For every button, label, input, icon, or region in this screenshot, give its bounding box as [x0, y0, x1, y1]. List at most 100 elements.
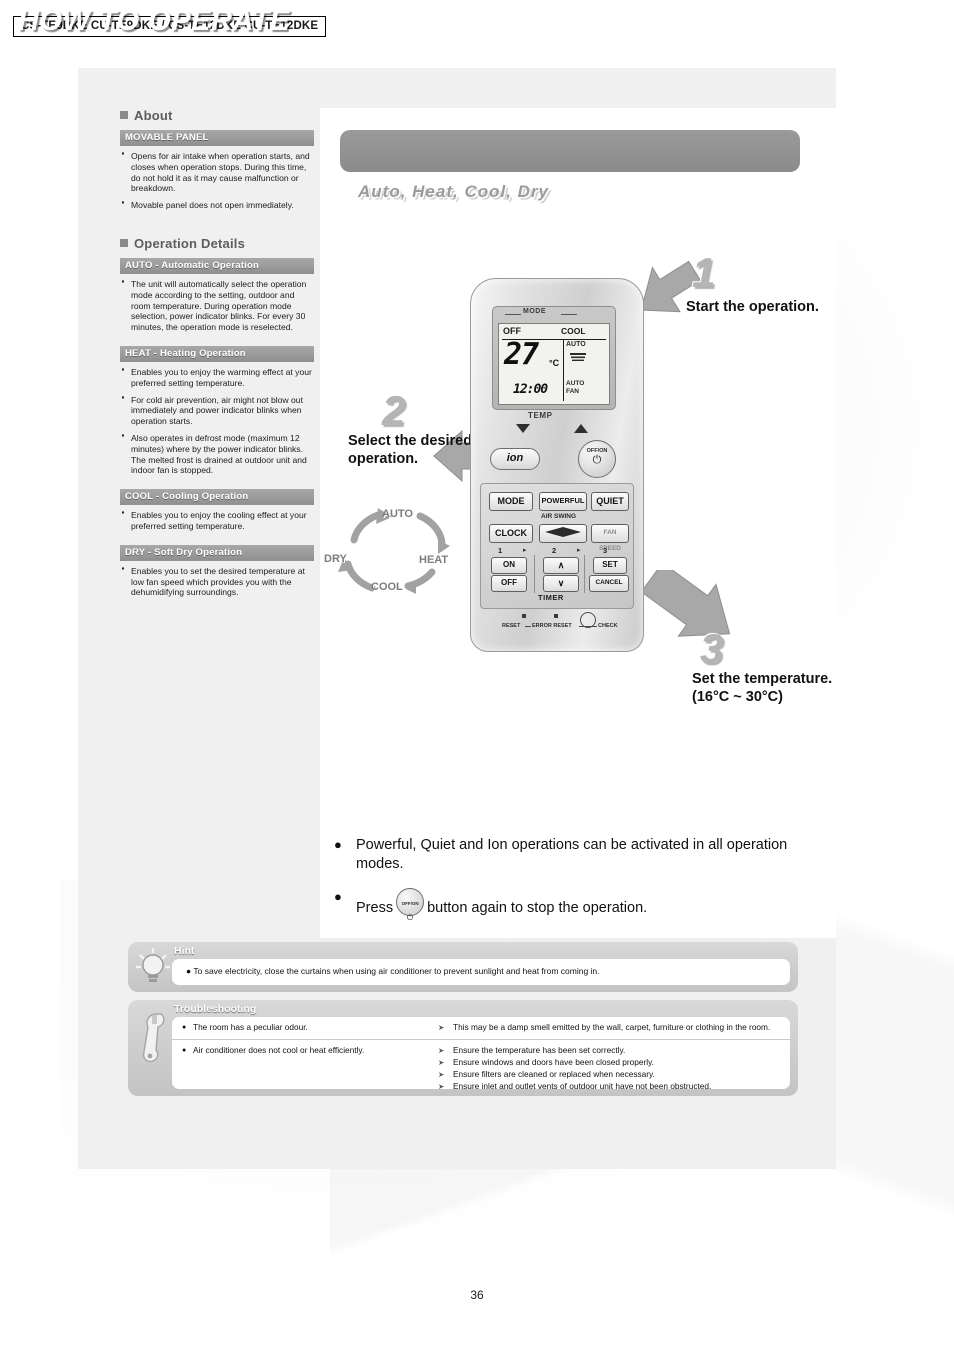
temp-label: TEMP: [528, 411, 553, 420]
step-3-number: 3: [700, 625, 724, 672]
reset-indicator-icon: [522, 614, 526, 618]
lcd-frame: MODE OFF COOL 27 °C AUTO AUTO FAN 12:00: [492, 306, 616, 410]
air-swing-button[interactable]: [539, 524, 587, 543]
fix-cell: This may be a damp smell emitted by the …: [430, 1017, 790, 1039]
lcd-off-indicator: OFF: [503, 326, 521, 336]
error-reset-label: ERROR RESET: [532, 623, 572, 629]
band-heat: HEAT - Heating Operation: [120, 345, 314, 362]
quiet-button[interactable]: QUIET: [591, 492, 629, 511]
lcd-screen: OFF COOL 27 °C AUTO AUTO FAN 12:00: [498, 323, 610, 405]
mode-cycle-label-cool: COOL: [371, 581, 403, 593]
troubleshooting-box: Troubleshooting The room has a peculiar …: [128, 1000, 798, 1096]
fix-text: Ensure windows and doors have been close…: [438, 1057, 782, 1068]
lcd-mode-label: MODE: [523, 308, 546, 315]
fix-text: Ensure the temperature has been set corr…: [438, 1045, 782, 1056]
remote-control-illustration: MODE OFF COOL 27 °C AUTO AUTO FAN 12:00 …: [470, 278, 644, 652]
timer-number-2: 2: [552, 546, 557, 555]
band-cool: COOL - Cooling Operation: [120, 489, 314, 506]
note-2-suffix: button again to stop the operation.: [427, 900, 648, 916]
list-item: Enables you to set the desired temperatu…: [120, 563, 314, 598]
temp-down-button[interactable]: [516, 424, 530, 433]
list-item: Movable panel does not open immediately.: [120, 197, 314, 211]
hint-bullet-icon: ●: [186, 966, 192, 976]
page-title: HOW TO OPERATE: [18, 5, 290, 37]
list-item: For cold air prevention, air might not b…: [120, 392, 314, 427]
step-1-text: Start the operation.: [686, 299, 819, 315]
section-heading-about: About: [120, 108, 314, 123]
lcd-temperature-value: 27: [504, 337, 539, 372]
step-3-text: Set the temperature. (16°C ~ 30°C): [692, 671, 833, 705]
light-bulb-icon: [136, 948, 170, 982]
wrench-icon: [142, 1013, 165, 1063]
mode-cycle-label-auto: AUTO: [382, 508, 413, 520]
symptom-text: The room has a peculiar odour.: [182, 1022, 424, 1033]
fix-text: Ensure filters are cleaned or replaced w…: [438, 1069, 782, 1080]
ion-button[interactable]: ion: [490, 448, 540, 470]
fan-speed-button[interactable]: FAN SPEED: [591, 524, 629, 552]
notes-section: Powerful, Quiet and Ion operations can b…: [334, 835, 804, 932]
timer-cancel-button[interactable]: CANCEL: [589, 575, 629, 592]
lcd-fan-auto-label: AUTO: [566, 380, 585, 387]
strip-rule-2: [579, 626, 597, 627]
timer-number-1: 1: [498, 546, 503, 555]
off-on-button[interactable]: OFF/ON ⏻: [578, 440, 616, 478]
symptom-cell: Air conditioner does not cool or heat ef…: [172, 1040, 430, 1089]
fix-text: This may be a damp smell emitted by the …: [438, 1022, 782, 1033]
note-2-prefix: Press: [356, 900, 394, 916]
list-item: Also operates in defrost mode (maximum 1…: [120, 430, 314, 476]
reset-label: RESET: [502, 623, 521, 629]
air-swing-label: AIR SWING: [541, 513, 577, 520]
hint-title: Hint: [174, 945, 195, 957]
troubleshooting-table: The room has a peculiar odour. This may …: [172, 1017, 790, 1089]
square-bullet-icon: [120, 238, 128, 247]
remote-keypad: MODE POWERFUL QUIET AIR SWING CLOCK FAN …: [480, 483, 634, 609]
list-item: Enables you to enjoy the warming effect …: [120, 364, 314, 389]
keypad-divider-1: [534, 555, 535, 593]
symptom-cell: The room has a peculiar odour.: [172, 1017, 430, 1039]
mode-button[interactable]: MODE: [489, 492, 533, 511]
mode-cycle-label-dry: DRY: [324, 553, 347, 565]
off-on-button-inline-icon: OFF/ON ⏻: [396, 888, 425, 922]
off-on-inline-label: OFF/ON: [401, 901, 419, 906]
sidebar: About MOVABLE PANEL Opens for air intake…: [120, 108, 314, 611]
remote-bottom-strip: RESET ERROR RESET CHECK: [480, 612, 632, 640]
air-swing-icon: [570, 353, 586, 361]
list-item: Enables you to enjoy the cooling effect …: [120, 507, 314, 532]
power-inline-icon: ⏻: [406, 913, 414, 922]
lcd-mode-value: COOL: [561, 326, 586, 336]
timer-down-button[interactable]: ∨: [543, 575, 579, 592]
note-1: Powerful, Quiet and Ion operations can b…: [334, 835, 804, 874]
lcd-mode-rule-left: [505, 314, 521, 315]
timer-on-button[interactable]: ON: [491, 557, 527, 574]
square-bullet-icon: [120, 111, 128, 119]
symptom-text: Air conditioner does not cool or heat ef…: [182, 1045, 424, 1056]
check-label: CHECK: [598, 623, 618, 629]
step-1-number: 1: [692, 249, 716, 296]
fix-text: Ensure inlet and outlet vents of outdoor…: [438, 1081, 782, 1089]
timer-arrow-2-icon: ▸: [577, 547, 581, 554]
about-bullet-list: Opens for air intake when operation star…: [120, 148, 314, 211]
hint-body: To save electricity, close the curtains …: [193, 966, 600, 976]
section-heading-operation-details: Operation Details: [120, 236, 314, 251]
powerful-button[interactable]: POWERFUL: [539, 492, 587, 511]
page-subtitle: Auto, Heat, Cool, Dry: [358, 182, 550, 201]
cool-bullet-list: Enables you to enjoy the cooling effect …: [120, 507, 314, 532]
fix-cell: Ensure the temperature has been set corr…: [430, 1040, 790, 1089]
list-item: The unit will automatically select the o…: [120, 276, 314, 333]
band-movable-panel: MOVABLE PANEL: [120, 130, 314, 146]
timer-up-button[interactable]: ∧: [543, 557, 579, 574]
title-bar: [340, 130, 800, 172]
lcd-temperature-unit: °C: [549, 358, 560, 368]
timer-off-button[interactable]: OFF: [491, 575, 527, 592]
lcd-fan-label: FAN: [566, 388, 579, 395]
step-1-callout: 1 Start the operation.: [686, 252, 826, 316]
temp-up-button[interactable]: [574, 424, 588, 433]
lcd-vertical-rule: [563, 339, 565, 401]
timer-set-button[interactable]: SET: [593, 557, 627, 574]
clock-button[interactable]: CLOCK: [489, 524, 533, 543]
lcd-swing-auto-label: AUTO: [566, 341, 586, 348]
power-icon: ⏻: [592, 454, 602, 466]
strip-rule-1: [525, 626, 531, 627]
heat-bullet-list: Enables you to enjoy the warming effect …: [120, 364, 314, 476]
